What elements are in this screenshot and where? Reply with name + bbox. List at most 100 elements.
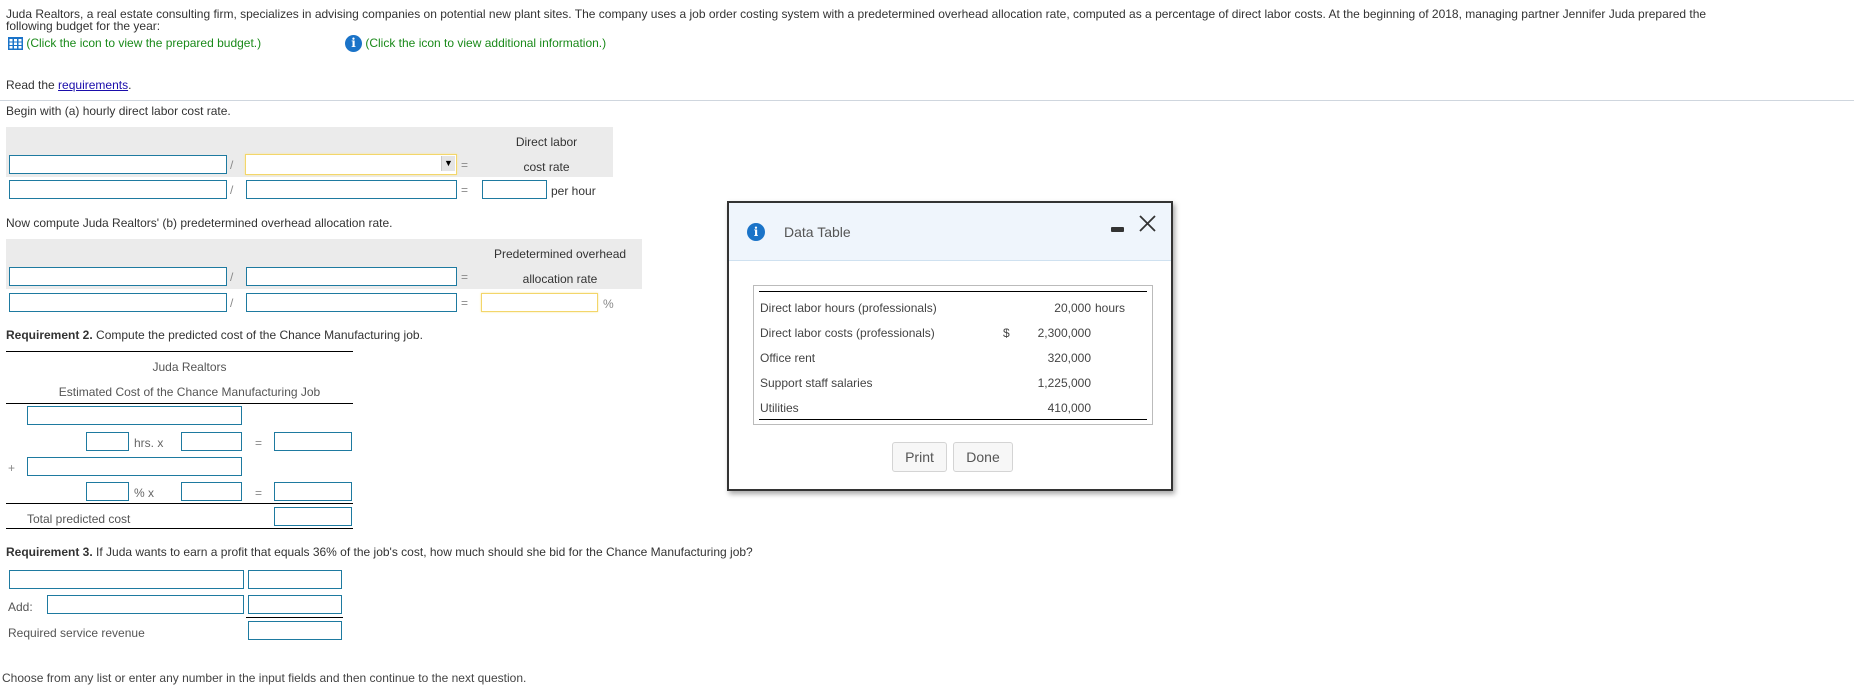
equals-sign: = bbox=[461, 183, 469, 197]
req3-profit-amount-input[interactable] bbox=[248, 595, 342, 614]
cost-item2-label-input[interactable] bbox=[27, 457, 242, 476]
row-unit: hours bbox=[1095, 301, 1126, 315]
close-icon[interactable] bbox=[1139, 215, 1156, 232]
rule-line bbox=[6, 528, 353, 529]
req2-title: Estimated Cost of the Chance Manufacturi… bbox=[58, 385, 321, 399]
data-table-row: Utilities 410,000 bbox=[760, 396, 1146, 421]
part-b-header-line1: Predetermined overhead bbox=[493, 247, 627, 261]
req3-profit-label-input[interactable] bbox=[47, 595, 244, 614]
done-button[interactable]: Done bbox=[953, 442, 1013, 472]
req3-bold: Requirement 3. bbox=[6, 545, 93, 559]
info-link[interactable]: i (Click the icon to view additional inf… bbox=[345, 35, 606, 52]
row-value: 20,000 bbox=[1054, 301, 1091, 315]
equals-sign: = bbox=[255, 486, 263, 500]
labor-cost-numerator-input[interactable] bbox=[9, 155, 227, 174]
labor-cost-rate-input[interactable] bbox=[482, 180, 547, 199]
dialog-header[interactable]: i Data Table bbox=[729, 203, 1171, 261]
info-link-text[interactable]: (Click the icon to view additional infor… bbox=[365, 36, 606, 50]
equals-sign: = bbox=[461, 158, 469, 172]
percent-label: % bbox=[603, 297, 614, 311]
overhead-rate-input[interactable] bbox=[481, 293, 598, 312]
budget-link[interactable]: (Click the icon to view the prepared bud… bbox=[8, 36, 261, 51]
add-label: Add: bbox=[8, 600, 33, 614]
dialog-title: Data Table bbox=[784, 224, 851, 240]
divide-sign: / bbox=[230, 296, 234, 310]
grid-table-icon[interactable] bbox=[8, 37, 23, 51]
req2-text: Compute the predicted cost of the Chance… bbox=[92, 328, 423, 342]
overhead-amount-input[interactable] bbox=[274, 482, 352, 501]
overhead-denominator-input[interactable] bbox=[246, 267, 457, 286]
data-table-row: Office rent 320,000 bbox=[760, 346, 1146, 371]
read-requirements: Read the requirements. bbox=[6, 78, 131, 92]
part-a-header-line1: Direct labor bbox=[515, 135, 578, 149]
rule-line bbox=[6, 403, 353, 404]
row-label: Direct labor hours (professionals) bbox=[760, 301, 937, 315]
equals-sign: = bbox=[461, 270, 469, 284]
percent-input[interactable] bbox=[86, 482, 129, 501]
total-predicted-cost-input[interactable] bbox=[274, 507, 352, 526]
hrs-label: hrs. x bbox=[134, 436, 164, 450]
cost-item1-label-input[interactable] bbox=[27, 406, 242, 425]
row-value: 320,000 bbox=[1047, 351, 1091, 365]
row-label: Utilities bbox=[760, 401, 799, 415]
part-b-header-line2: allocation rate bbox=[522, 272, 598, 286]
budget-link-text[interactable]: (Click the icon to view the prepared bud… bbox=[26, 36, 261, 50]
print-button[interactable]: Print bbox=[892, 442, 947, 472]
req2-company: Juda Realtors bbox=[152, 360, 227, 374]
row-value: 1,225,000 bbox=[1037, 376, 1091, 390]
overhead-numerator-value-input[interactable] bbox=[9, 293, 227, 312]
labor-amount-input[interactable] bbox=[274, 432, 352, 451]
row-label: Support staff salaries bbox=[760, 376, 873, 390]
read-prefix: Read the bbox=[6, 78, 59, 92]
rule-line bbox=[246, 617, 343, 618]
part-a-instruction: Begin with (a) hourly direct labor cost … bbox=[6, 104, 231, 118]
labor-cost-numerator-value-input[interactable] bbox=[9, 180, 227, 199]
rule-line bbox=[6, 351, 353, 352]
row-label: Direct labor costs (professionals) bbox=[760, 326, 935, 340]
data-table-dialog: i Data Table Direct labor hours (profess… bbox=[727, 201, 1173, 491]
part-a-header-line2: cost rate bbox=[523, 160, 570, 174]
labor-cost-denominator-dropdown[interactable]: ▼ bbox=[245, 154, 457, 175]
per-hour-label: per hour bbox=[551, 184, 596, 198]
overhead-denominator-value-input[interactable] bbox=[246, 293, 457, 312]
required-revenue-label: Required service revenue bbox=[8, 626, 145, 640]
req2-heading: Requirement 2. Compute the predicted cos… bbox=[6, 328, 423, 342]
overhead-numerator-input[interactable] bbox=[9, 267, 227, 286]
data-table-row: Direct labor hours (professionals) 20,000… bbox=[760, 296, 1146, 321]
info-icon[interactable]: i bbox=[345, 35, 362, 52]
pct-label: % x bbox=[134, 486, 155, 500]
required-revenue-input[interactable] bbox=[248, 621, 342, 640]
req3-text: If Juda wants to earn a profit that equa… bbox=[92, 545, 753, 559]
row-currency: $ bbox=[1003, 326, 1010, 340]
rule-line bbox=[759, 419, 1147, 420]
requirements-link[interactable]: requirements bbox=[58, 78, 128, 92]
rule-line bbox=[6, 503, 353, 504]
divide-sign: / bbox=[230, 183, 234, 197]
part-b-instruction: Now compute Juda Realtors' (b) predeterm… bbox=[6, 216, 393, 230]
plus-sign: + bbox=[8, 461, 16, 475]
chevron-down-icon[interactable]: ▼ bbox=[441, 156, 455, 171]
data-table: Direct labor hours (professionals) 20,000… bbox=[753, 285, 1153, 425]
labor-rate-input[interactable] bbox=[181, 432, 242, 451]
req2-bold: Requirement 2. bbox=[6, 328, 93, 342]
read-suffix: . bbox=[128, 78, 132, 92]
total-predicted-cost-label: Total predicted cost bbox=[27, 512, 131, 526]
req3-item1-amount-input[interactable] bbox=[248, 570, 342, 589]
labor-cost-denominator-value-input[interactable] bbox=[246, 180, 457, 199]
rule-line bbox=[759, 291, 1147, 292]
intro-text-line1: Juda Realtors, a real estate consulting … bbox=[6, 7, 1707, 21]
hours-input[interactable] bbox=[86, 432, 129, 451]
req3-item1-label-input[interactable] bbox=[9, 570, 244, 589]
row-value: 410,000 bbox=[1047, 401, 1091, 415]
minimize-icon[interactable] bbox=[1111, 227, 1124, 232]
req3-heading: Requirement 3. If Juda wants to earn a p… bbox=[6, 545, 753, 559]
row-value: 2,300,000 bbox=[1037, 326, 1091, 340]
overhead-base-input[interactable] bbox=[181, 482, 242, 501]
divide-sign: / bbox=[230, 158, 234, 172]
equals-sign: = bbox=[461, 296, 469, 310]
footer-hint: Choose from any list or enter any number… bbox=[2, 671, 527, 685]
intro-text-line2: following budget for the year: bbox=[6, 19, 161, 33]
divide-sign: / bbox=[230, 270, 234, 284]
data-table-row: Support staff salaries 1,225,000 bbox=[760, 371, 1146, 396]
equals-sign: = bbox=[255, 436, 263, 450]
